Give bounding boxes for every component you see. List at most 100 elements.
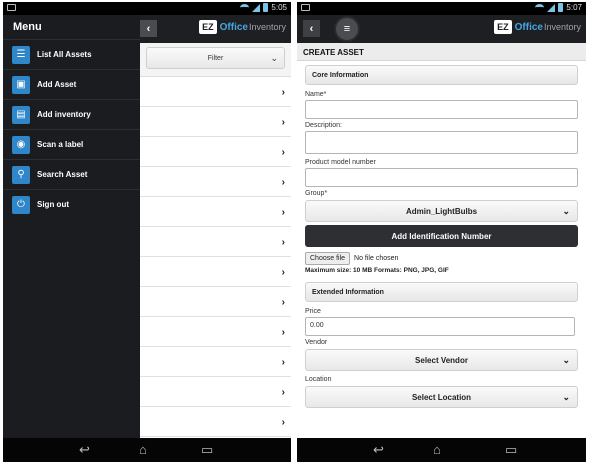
clock: 5:05 xyxy=(271,3,287,12)
filter-dropdown[interactable]: Filter ⌄ xyxy=(146,47,285,69)
list-item[interactable]: › xyxy=(140,377,291,407)
menu-item-add-asset[interactable]: ▣ Add Asset xyxy=(3,69,140,99)
chevron-down-icon: ⌄ xyxy=(562,354,570,365)
menu-item-label: Add Asset xyxy=(37,80,77,89)
nav-drawer: Menu ☰ List All Assets ▣ Add Asset ▤ Add… xyxy=(3,15,140,438)
notification-icon xyxy=(7,4,16,11)
add-identification-number-button[interactable]: Add Identification Number xyxy=(305,225,578,247)
price-label: Price xyxy=(305,308,321,315)
menu-item-sign-out[interactable]: ⏻ Sign out xyxy=(3,189,140,219)
battery-icon xyxy=(263,3,269,12)
nav-home-icon[interactable]: ⌂ xyxy=(433,443,441,456)
filter-label: Filter xyxy=(207,54,224,62)
list-item[interactable]: › xyxy=(140,407,291,437)
status-bar: 5:05 xyxy=(3,2,291,15)
wifi-icon xyxy=(535,4,545,11)
price-field[interactable]: 0.00 xyxy=(305,317,575,336)
signal-icon xyxy=(252,3,261,12)
list-item[interactable]: › xyxy=(140,317,291,347)
menu-item-list-all-assets[interactable]: ☰ List All Assets xyxy=(3,39,140,69)
file-format-note: Maximum size: 10 MB Formats: PNG, JPG, G… xyxy=(305,267,449,274)
chevron-right-icon: › xyxy=(281,147,285,158)
drawer-title: Menu xyxy=(13,21,42,33)
vendor-label: Vendor xyxy=(305,339,328,346)
menu-item-label: Sign out xyxy=(37,200,69,209)
chevron-down-icon: ⌄ xyxy=(562,205,570,216)
menu-item-scan-label[interactable]: ◉ Scan a label xyxy=(3,129,140,159)
list-item[interactable]: › xyxy=(140,107,291,137)
android-nav-bar: ↩ ⌂ ▭ xyxy=(297,438,586,462)
power-icon: ⏻ xyxy=(12,195,30,214)
logo-ez: EZ xyxy=(494,20,512,34)
back-button[interactable]: ‹ xyxy=(140,20,157,37)
chevron-down-icon: ⌄ xyxy=(562,391,570,402)
choose-file-button[interactable]: Choose file xyxy=(305,252,351,265)
list-item[interactable]: › xyxy=(140,227,291,257)
create-asset-form: Core Information Name* Description: Prod… xyxy=(297,61,586,408)
chevron-right-icon: › xyxy=(281,237,285,248)
inventory-icon: ▤ xyxy=(12,105,30,124)
group-label: Group* xyxy=(305,190,328,197)
menu-item-search-asset[interactable]: ⚲ Search Asset xyxy=(3,159,140,189)
page-title: CREATE ASSET xyxy=(297,43,586,61)
description-field[interactable] xyxy=(305,131,578,154)
list-item[interactable]: › xyxy=(140,257,291,287)
name-field[interactable] xyxy=(305,100,578,119)
logo-ez: EZ xyxy=(199,20,217,34)
status-bar: 5:07 xyxy=(297,2,586,15)
group-select[interactable]: Admin_LightBulbs ⌄ xyxy=(305,200,578,222)
model-number-field[interactable] xyxy=(305,168,578,187)
menu-item-label: Add inventory xyxy=(37,110,91,119)
chevron-right-icon: › xyxy=(281,327,285,338)
vendor-select-value: Select Vendor xyxy=(415,355,468,365)
location-select-value: Select Location xyxy=(411,392,472,402)
list-item[interactable]: › xyxy=(140,137,291,167)
menu-item-label: Search Asset xyxy=(37,170,88,179)
location-label: Location xyxy=(305,376,332,383)
list-item[interactable]: › xyxy=(140,287,291,317)
notification-icon xyxy=(301,4,310,11)
file-status: No file chosen xyxy=(354,255,399,262)
battery-icon xyxy=(558,3,564,12)
search-icon: ⚲ xyxy=(12,165,30,184)
nav-home-icon[interactable]: ⌂ xyxy=(139,443,147,456)
chevron-down-icon: ⌄ xyxy=(270,52,278,63)
camera-icon: ◉ xyxy=(12,135,30,154)
chevron-right-icon: › xyxy=(281,417,285,428)
nav-recents-icon[interactable]: ▭ xyxy=(505,443,517,456)
logo-inventory: Inventory xyxy=(543,22,581,32)
chevron-right-icon: › xyxy=(281,117,285,128)
app-header: ‹ ≡ EZ Office Inventory xyxy=(297,15,586,43)
list-item[interactable]: › xyxy=(140,347,291,377)
phone-left: 5:05 Menu ☰ List All Assets ▣ Add Asset … xyxy=(3,2,291,462)
name-label: Name* xyxy=(305,91,327,98)
back-button[interactable]: ‹ xyxy=(303,20,320,37)
vendor-select[interactable]: Select Vendor ⌄ xyxy=(305,349,578,371)
list-item[interactable]: › xyxy=(140,77,291,107)
menu-item-add-inventory[interactable]: ▤ Add inventory xyxy=(3,99,140,129)
nav-recents-icon[interactable]: ▭ xyxy=(201,443,213,456)
chevron-left-icon: ‹ xyxy=(309,22,314,35)
list-icon: ☰ xyxy=(12,45,30,64)
menu-button[interactable]: ≡ xyxy=(334,16,360,42)
app-header: ‹ EZ Office Inventory xyxy=(140,15,291,43)
location-select[interactable]: Select Location ⌄ xyxy=(305,386,578,408)
list-item[interactable]: › xyxy=(140,197,291,227)
asset-list-panel: ‹ EZ Office Inventory Filter ⌄ › › › › ›… xyxy=(140,15,291,438)
app-logo: EZ Office Inventory xyxy=(494,20,581,34)
extended-information-header[interactable]: Extended Information xyxy=(305,282,578,302)
android-nav-bar: ↩ ⌂ ▭ xyxy=(3,438,291,462)
chevron-right-icon: › xyxy=(281,387,285,398)
briefcase-icon: ▣ xyxy=(12,75,30,94)
logo-office: Office xyxy=(219,21,248,33)
nav-back-icon[interactable]: ↩ xyxy=(79,443,90,456)
list-item[interactable]: › xyxy=(140,167,291,197)
core-information-header[interactable]: Core Information xyxy=(305,65,578,85)
chevron-right-icon: › xyxy=(281,357,285,368)
model-number-label: Product model number xyxy=(305,159,376,166)
chevron-right-icon: › xyxy=(281,177,285,188)
phone-right: 5:07 ‹ ≡ EZ Office Inventory CREATE ASSE… xyxy=(297,2,586,462)
nav-back-icon[interactable]: ↩ xyxy=(373,443,384,456)
chevron-right-icon: › xyxy=(281,267,285,278)
logo-office: Office xyxy=(514,21,543,33)
